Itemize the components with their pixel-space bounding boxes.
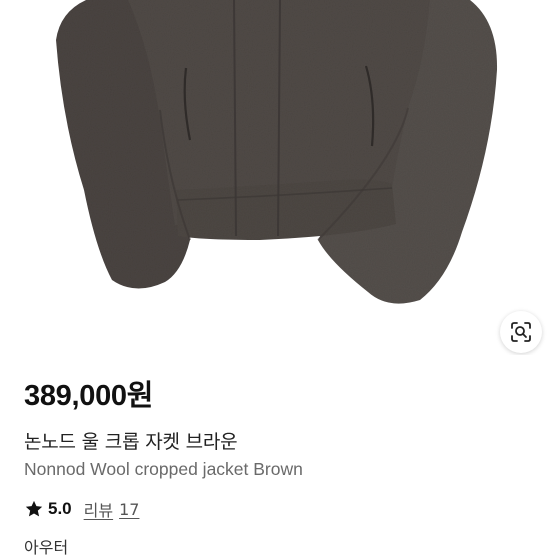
product-title-english: Nonnod Wool cropped jacket Brown xyxy=(24,459,303,479)
rating-row: 5.0 리뷰 17 xyxy=(24,496,139,522)
rating-score: 5.0 xyxy=(48,499,72,518)
lens-search-icon xyxy=(511,322,531,342)
reviews-label: 리뷰 xyxy=(83,501,114,520)
product-price: 389,000원 xyxy=(24,380,154,412)
image-search-button[interactable] xyxy=(500,311,542,353)
reviews-count: 17 xyxy=(119,499,140,519)
product-category[interactable]: 아우터 xyxy=(24,536,68,560)
product-title-korean: 논노드 울 크롭 자켓 브라운 xyxy=(24,431,238,453)
star-icon xyxy=(25,500,43,517)
product-image[interactable] xyxy=(0,0,555,355)
reviews-link[interactable]: 리뷰 17 xyxy=(84,497,140,521)
jacket-photo xyxy=(56,0,498,304)
